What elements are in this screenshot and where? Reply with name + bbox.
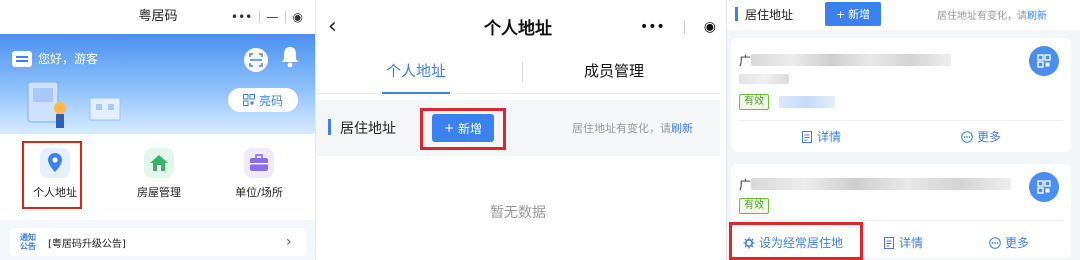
refresh-link[interactable]: 刷新	[671, 122, 693, 135]
address-text-blurred	[739, 74, 789, 84]
details-button[interactable]: 详情	[801, 128, 841, 145]
announcement-bar[interactable]: 通知 公告 [粤居码升级公告] ›	[10, 228, 306, 256]
residence-section-header: 居住地址 + 新增 居住地址有变化，请刷新	[316, 100, 720, 156]
section-accent-bar	[328, 119, 331, 135]
banner-illustration	[27, 81, 121, 128]
service-unit-venue[interactable]: 单位/场所	[214, 144, 304, 218]
more-circle-icon	[989, 236, 1001, 249]
more-label: 更多	[977, 130, 1002, 144]
qr-code-icon	[1037, 54, 1051, 68]
status-badge: 有效	[739, 94, 769, 110]
mini-program-home: 粤居码 ••• — ◉ 您好，游客 亮码 个人地址 房屋管理 单位/场所 通知 …	[0, 0, 316, 260]
address-prefix: 广	[739, 54, 752, 68]
capsule-divider	[683, 20, 685, 34]
notice-tag: 通知 公告	[20, 233, 44, 251]
status-text-blurred	[779, 96, 835, 108]
details-button[interactable]: 详情	[883, 234, 923, 251]
id-card-icon	[12, 50, 32, 67]
close-icon[interactable]: ◉	[292, 10, 302, 24]
show-code-label: 亮码	[258, 93, 283, 108]
briefcase-icon	[244, 148, 274, 178]
greeting-text: 您好，游客	[38, 52, 99, 66]
section-title: 居住地址	[340, 121, 396, 137]
more-button[interactable]: 更多	[989, 234, 1029, 251]
address-list-page: 居住地址 + 新增 居住地址有变化，请刷新 广 有效 详情 更多 广 有效 设为…	[726, 0, 1080, 260]
qr-code-button[interactable]	[1029, 172, 1059, 202]
qr-code-icon	[242, 94, 255, 106]
refresh-hint: 居住地址有变化，请刷新	[572, 120, 693, 136]
address-text-blurred	[751, 178, 1011, 190]
minimize-icon[interactable]: —	[266, 10, 278, 24]
qr-code-button[interactable]	[1029, 46, 1059, 76]
more-circle-icon	[961, 130, 973, 143]
details-label: 详情	[899, 236, 924, 250]
highlight-box	[22, 141, 82, 209]
active-tab-indicator	[382, 92, 450, 94]
more-icon[interactable]: •••	[231, 10, 252, 24]
personal-address-page: ‹ 个人地址 ••• ◉ 个人地址 成员管理 居住地址 + 新增 居住地址有变化…	[316, 0, 720, 260]
home-banner: 您好，游客 亮码	[0, 34, 315, 134]
capsule-divider	[258, 11, 260, 23]
capsule-menu[interactable]: ••• — ◉	[231, 8, 303, 26]
document-icon	[802, 130, 812, 143]
more-button[interactable]: 更多	[961, 128, 1001, 145]
section-title: 居住地址	[745, 8, 794, 22]
notice-text: [粤居码升级公告]	[48, 238, 126, 250]
tab-bar: 个人地址 成员管理	[316, 52, 720, 94]
refresh-link[interactable]: 刷新	[1027, 11, 1047, 22]
residence-section-header: 居住地址 + 新增 居住地址有变化，请刷新	[727, 0, 1080, 30]
add-label: 新增	[848, 8, 871, 21]
chevron-right-icon: ›	[286, 234, 292, 250]
service-label: 单位/场所	[235, 186, 283, 199]
plus-icon: +	[835, 7, 846, 21]
highlight-box	[729, 222, 863, 260]
bell-icon[interactable]	[281, 46, 299, 68]
close-icon[interactable]: ◉	[704, 19, 716, 35]
tab-divider	[522, 62, 523, 82]
tab-member-management[interactable]: 成员管理	[584, 60, 644, 81]
empty-state: 暂无数据	[490, 205, 546, 221]
document-icon	[884, 236, 894, 249]
address-prefix: 广	[739, 178, 752, 192]
section-accent-bar	[735, 7, 738, 21]
tab-personal-address[interactable]: 个人地址	[386, 60, 446, 81]
card-divider	[739, 220, 1063, 221]
status-badge: 有效	[739, 198, 769, 214]
notice-tag-line: 通知	[20, 233, 36, 242]
house-icon	[144, 148, 174, 178]
service-house-management[interactable]: 房屋管理	[114, 144, 204, 218]
capsule-divider	[284, 11, 286, 23]
scan-icon[interactable]	[244, 48, 268, 72]
more-label: 更多	[1005, 236, 1030, 250]
hint-text: 居住地址有变化，请	[572, 122, 671, 135]
card-divider	[739, 120, 1063, 121]
capsule-menu[interactable]: ••• ◉	[640, 16, 716, 38]
highlight-box	[420, 108, 506, 150]
hint-text: 居住地址有变化，请	[937, 11, 1027, 22]
qr-code-icon	[1037, 180, 1051, 194]
details-label: 详情	[817, 130, 842, 144]
more-icon[interactable]: •••	[640, 19, 665, 35]
address-card: 广 有效 详情 更多	[731, 38, 1071, 152]
greeting: 您好，游客	[12, 50, 98, 67]
notice-tag-line: 公告	[20, 242, 36, 251]
add-address-button[interactable]: + 新增	[825, 2, 881, 26]
refresh-hint: 居住地址有变化，请刷新	[937, 7, 1047, 22]
show-code-button[interactable]: 亮码	[228, 88, 298, 112]
address-text-blurred	[751, 54, 951, 66]
service-label: 房屋管理	[137, 186, 181, 199]
